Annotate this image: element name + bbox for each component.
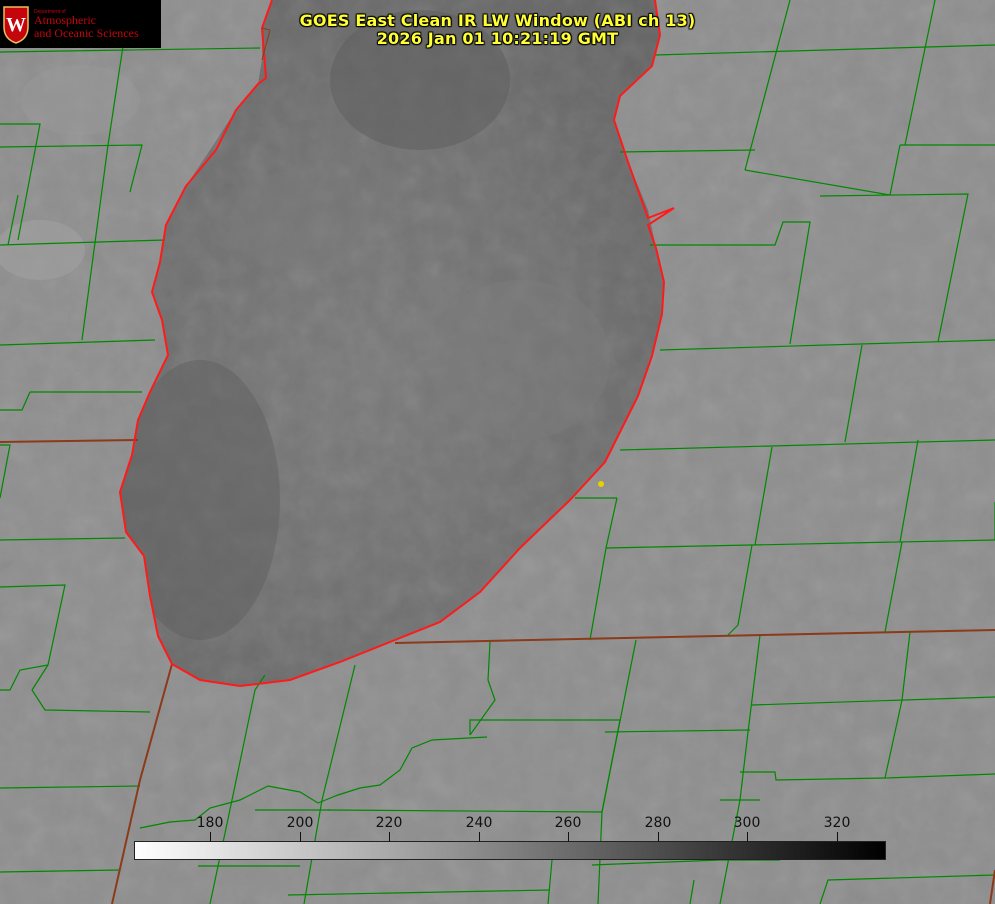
colorbar xyxy=(134,841,886,860)
location-marker xyxy=(598,481,604,487)
colorbar-tick xyxy=(479,832,480,842)
colorbar-tick xyxy=(568,832,569,842)
colorbar-tick xyxy=(210,832,211,842)
colorbar-tick xyxy=(658,832,659,842)
colorbar-tick-label: 200 xyxy=(286,815,314,831)
colorbar-tick-label: 320 xyxy=(823,815,851,831)
logo: W Department of Atmospheric and Oceanic … xyxy=(0,0,161,48)
colorbar-tick-label: 280 xyxy=(644,815,672,831)
colorbar-tick-label: 220 xyxy=(375,815,403,831)
colorbar-tick xyxy=(389,832,390,842)
crest-icon: W xyxy=(3,6,29,44)
colorbar-tick-label: 260 xyxy=(554,815,582,831)
logo-line-2: and Oceanic Sciences xyxy=(34,26,139,40)
colorbar-tick xyxy=(300,832,301,842)
satellite-map xyxy=(0,0,995,904)
colorbar-tick xyxy=(837,832,838,842)
svg-text:W: W xyxy=(6,14,26,36)
colorbar-tick-label: 240 xyxy=(465,815,493,831)
colorbar-tick-label: 300 xyxy=(733,815,761,831)
colorbar-tick-label: 180 xyxy=(196,815,224,831)
colorbar-tick xyxy=(747,832,748,842)
